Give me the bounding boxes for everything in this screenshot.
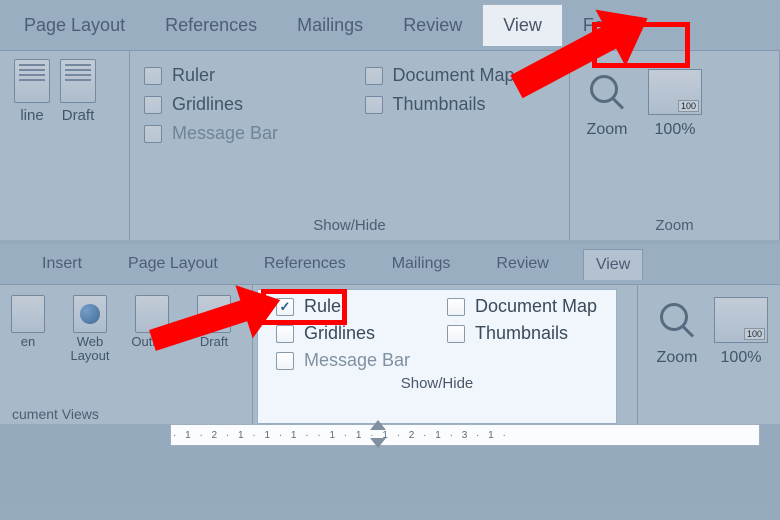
- thumbnails-checkbox[interactable]: Thumbnails: [365, 94, 556, 115]
- zoom-100-button-2[interactable]: 100%: [714, 297, 768, 424]
- hanging-indent-marker[interactable]: [370, 438, 386, 448]
- tab2-page-layout[interactable]: Page Layout: [116, 249, 230, 279]
- draft-icon: [60, 59, 96, 103]
- docmap-checkbox-2[interactable]: Document Map: [447, 296, 598, 317]
- outline-view-button[interactable]: line: [14, 59, 50, 124]
- zoom-100-label-2: 100%: [721, 349, 762, 367]
- messagebar-label-2: Message Bar: [304, 350, 410, 371]
- thumbnails-checkbox-2[interactable]: Thumbnails: [447, 323, 598, 344]
- zoom-button[interactable]: Zoom: [584, 69, 630, 139]
- views-group: line Draft: [0, 51, 130, 240]
- tab-references[interactable]: References: [145, 5, 277, 46]
- tab2-references[interactable]: References: [252, 249, 358, 279]
- tab-page-layout[interactable]: Page Layout: [4, 5, 145, 46]
- checkbox-icon: [276, 325, 294, 343]
- ruler-checkbox-2[interactable]: ✓ Ruler: [276, 296, 427, 317]
- checkbox-icon: [447, 325, 465, 343]
- checkbox-icon: [144, 96, 162, 114]
- draft-icon: [197, 295, 231, 333]
- gridlines-label-2: Gridlines: [304, 323, 375, 344]
- messagebar-checkbox-2[interactable]: Message Bar: [276, 350, 598, 371]
- draft-button[interactable]: Draft: [186, 295, 242, 424]
- bottom-ribbon: en Web Layout Outline Draft ✓ Ruler Docu…: [0, 284, 780, 424]
- outline-icon: [135, 295, 169, 333]
- thumbnails-label: Thumbnails: [393, 94, 486, 115]
- checkbox-icon: [365, 96, 383, 114]
- tab-mailings[interactable]: Mailings: [277, 5, 383, 46]
- v2-outline-label: Outline: [131, 335, 172, 349]
- first-line-indent-marker[interactable]: [370, 420, 386, 430]
- tab2-review[interactable]: Review: [484, 249, 560, 279]
- ruler-checkbox[interactable]: Ruler: [144, 65, 335, 86]
- magnifier-icon: [654, 297, 700, 343]
- messagebar-checkbox[interactable]: Message Bar: [144, 123, 555, 144]
- draft-label: Draft: [62, 107, 95, 124]
- magnifier-icon: [584, 69, 630, 115]
- v2-web-label: Web Layout: [62, 335, 118, 364]
- outline-label: line: [20, 107, 43, 124]
- bottom-tabs: Insert Page Layout References Mailings R…: [0, 244, 780, 284]
- zoom-label: Zoom: [587, 121, 628, 139]
- top-tabs: Page Layout References Mailings Review V…: [0, 0, 780, 50]
- zoom-group-2: Zoom 100%: [637, 285, 780, 424]
- v2-draft-label: Draft: [200, 335, 228, 349]
- tab-review[interactable]: Review: [383, 5, 482, 46]
- zoom-100-button[interactable]: 100%: [648, 69, 702, 139]
- showhide-panel-2: ✓ Ruler Document Map Gridlines Thumbnail…: [257, 289, 617, 424]
- zoom-button-2[interactable]: Zoom: [654, 297, 700, 424]
- ruler-label-2: Ruler: [304, 296, 347, 317]
- web-layout-button[interactable]: Web Layout: [62, 295, 118, 424]
- gridlines-checkbox[interactable]: Gridlines: [144, 94, 335, 115]
- zoom-100-label: 100%: [655, 121, 696, 139]
- outline-button[interactable]: Outline: [124, 295, 180, 424]
- checkbox-icon: [365, 67, 383, 85]
- globe-icon: [73, 295, 107, 333]
- top-ribbon: line Draft Ruler Document Map Gridlines: [0, 50, 780, 240]
- docmap-label-2: Document Map: [475, 296, 597, 317]
- page-icon: [11, 295, 45, 333]
- showhide-group: Ruler Document Map Gridlines Thumbnails …: [130, 51, 570, 240]
- page-100-icon: [714, 297, 768, 343]
- tab2-view[interactable]: View: [583, 249, 643, 280]
- checkbox-icon: [447, 298, 465, 316]
- checkbox-checked-icon: ✓: [276, 298, 294, 316]
- tab2-insert[interactable]: Insert: [30, 249, 94, 279]
- tab2-mailings[interactable]: Mailings: [380, 249, 463, 279]
- checkbox-icon: [144, 67, 162, 85]
- draft-view-button[interactable]: Draft: [60, 59, 96, 124]
- gridlines-label: Gridlines: [172, 94, 243, 115]
- views2-group: en Web Layout Outline Draft: [0, 285, 253, 424]
- checkbox-icon: [144, 125, 162, 143]
- showhide-group-label: Show/Hide: [144, 213, 555, 240]
- tab-foxit[interactable]: Foxit: [563, 5, 642, 46]
- ruler-label: Ruler: [172, 65, 215, 86]
- messagebar-label: Message Bar: [172, 123, 278, 144]
- outline-icon: [14, 59, 50, 103]
- zoom-label-2: Zoom: [657, 349, 698, 367]
- showhide-group-label-2: Show/Hide: [276, 371, 598, 392]
- zoom-group: Zoom 100% Zoom: [570, 51, 780, 240]
- print-layout-button[interactable]: en: [0, 295, 56, 424]
- horizontal-ruler[interactable]: · 1 · 2 · 1 · 1 · 1 · · 1 · 1 · 1 · 2 · …: [170, 424, 760, 446]
- docmap-checkbox[interactable]: Document Map: [365, 65, 556, 86]
- page-100-icon: [648, 69, 702, 115]
- thumbnails-label-2: Thumbnails: [475, 323, 568, 344]
- docmap-label: Document Map: [393, 65, 515, 86]
- tab-view[interactable]: View: [482, 4, 563, 46]
- gridlines-checkbox-2[interactable]: Gridlines: [276, 323, 427, 344]
- checkbox-icon: [276, 352, 294, 370]
- zoom-group-label: Zoom: [584, 213, 765, 240]
- v2-en-label: en: [21, 335, 35, 349]
